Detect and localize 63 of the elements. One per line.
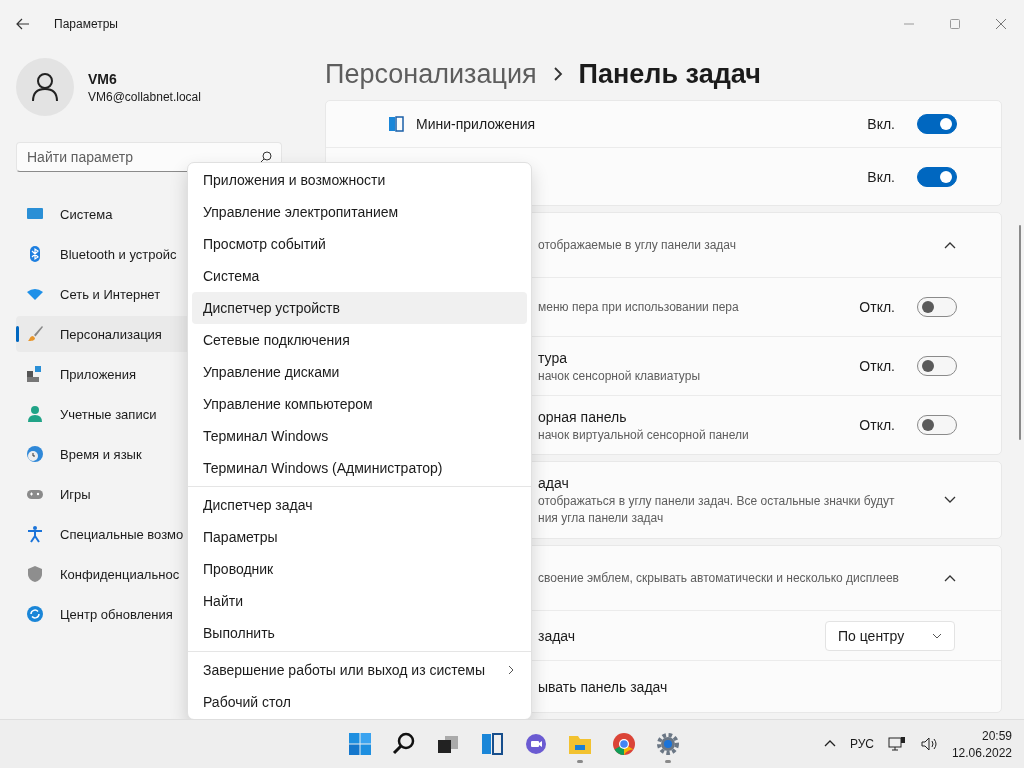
menu-item[interactable]: Параметры (192, 521, 527, 553)
maximize-icon[interactable] (950, 19, 960, 29)
sync-icon (26, 605, 44, 623)
menu-item[interactable]: Выполнить (192, 617, 527, 649)
menu-item[interactable]: Управление дисками (192, 356, 527, 388)
clock-date: 12.06.2022 (951, 745, 1012, 760)
setting-title: тура (538, 349, 568, 366)
menu-item[interactable]: Система (192, 260, 527, 292)
menu-item[interactable]: Проводник (192, 553, 527, 585)
menu-item[interactable]: Рабочий стол (192, 686, 527, 718)
setting-description: начок сенсорной клавиатуры (538, 368, 701, 383)
toggle-switch[interactable] (917, 166, 957, 187)
back-icon[interactable] (16, 17, 30, 31)
setting-title: Мини-приложения (416, 116, 537, 132)
language-indicator[interactable]: РУС (849, 737, 874, 751)
setting-description: меню пера при использовании пера (538, 300, 740, 314)
toggle-state: Откл. (859, 358, 895, 374)
close-icon[interactable] (996, 19, 1006, 29)
search-icon (260, 151, 272, 163)
menu-item[interactable]: Диспетчер устройств (192, 292, 527, 324)
page-title: Панель задач (578, 58, 761, 90)
volume-icon[interactable] (919, 736, 938, 752)
alignment-dropdown[interactable]: По центру (825, 620, 955, 651)
network-icon[interactable] (887, 736, 906, 752)
clock-time: 20:59 (981, 728, 1012, 743)
menu-item[interactable]: Найти (192, 585, 527, 617)
person-icon (26, 405, 44, 423)
menu-item[interactable]: Диспетчер задач (192, 489, 527, 521)
toggle-state: Откл. (859, 417, 895, 433)
apps-icon (26, 365, 44, 383)
menu-item[interactable]: Терминал Windows (Администратор) (192, 452, 527, 484)
brush-icon (26, 325, 44, 343)
menu-item[interactable]: Терминал Windows (192, 420, 527, 452)
shield-icon (26, 565, 44, 583)
toggle-switch[interactable] (917, 415, 957, 435)
toggle-state: Откл. (859, 299, 895, 315)
toggle-switch[interactable] (917, 356, 957, 376)
accessibility-icon (26, 525, 44, 543)
setting-description: отображаемые в углу панели задач (538, 238, 738, 252)
setting-description: своение эмблем, скрывать автоматически и несколько дисплеев (538, 571, 900, 585)
window-title: Параметры (54, 17, 118, 31)
globe-clock-icon (26, 445, 44, 463)
toggle-switch[interactable] (917, 114, 957, 134)
menu-item[interactable]: Управление электропитанием (192, 196, 527, 228)
toggle-state: Вкл. (867, 116, 895, 132)
user-name: VM6 (88, 70, 118, 87)
menu-item[interactable]: Управление компьютером (192, 388, 527, 420)
setting-title: задач (538, 627, 577, 644)
breadcrumb-link[interactable]: Персонализация (325, 58, 537, 90)
widgets-icon (388, 116, 404, 132)
toggle-switch[interactable] (917, 297, 957, 317)
chevron-right-icon (552, 67, 563, 81)
menu-item[interactable]: Просмотр событий (192, 228, 527, 260)
menu-item[interactable]: Завершение работы или выход из системы (192, 654, 527, 686)
user-email: VM6@collabnet.local (88, 89, 201, 104)
setting-title: орная панель (538, 408, 628, 425)
toggle-state: Вкл. (867, 168, 895, 185)
setting-title: адач (538, 475, 570, 491)
scrollbar[interactable] (1019, 225, 1021, 440)
setting-description: начок виртуальной сенсорной панели (538, 427, 750, 442)
setting-description: отображаться в углу панели задач. Все остальные значки будут (538, 494, 896, 508)
setting-description: ния угла панели задач (538, 511, 665, 525)
setting-title: ывать панель задач (538, 678, 669, 695)
